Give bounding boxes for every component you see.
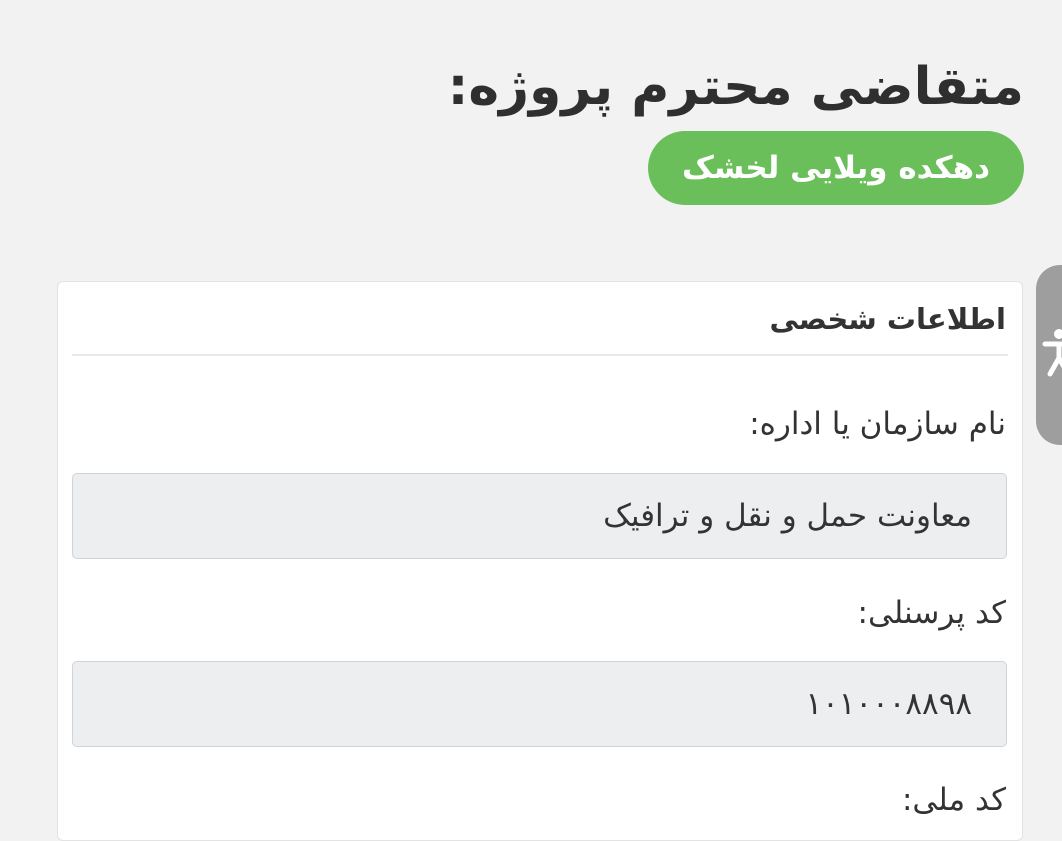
organization-input[interactable] [72,473,1007,559]
personal-info-heading: اطلاعات شخصی [769,302,1006,336]
project-name-badge: دهکده ویلایی لخشک [648,131,1024,205]
card-divider [72,354,1008,356]
accessibility-button[interactable] [1036,265,1062,445]
personnel-code-input[interactable] [72,661,1007,747]
organization-label: نام سازمان یا اداره: [749,406,1006,442]
personnel-code-label: کد پرسنلی: [857,595,1007,631]
accessibility-person-icon [1042,327,1062,383]
page-title: متقاضی محترم پروژه: [447,57,1024,117]
national-code-label: کد ملی: [901,782,1006,818]
personal-info-card: اطلاعات شخصی نام سازمان یا اداره: کد پرس… [57,281,1023,841]
